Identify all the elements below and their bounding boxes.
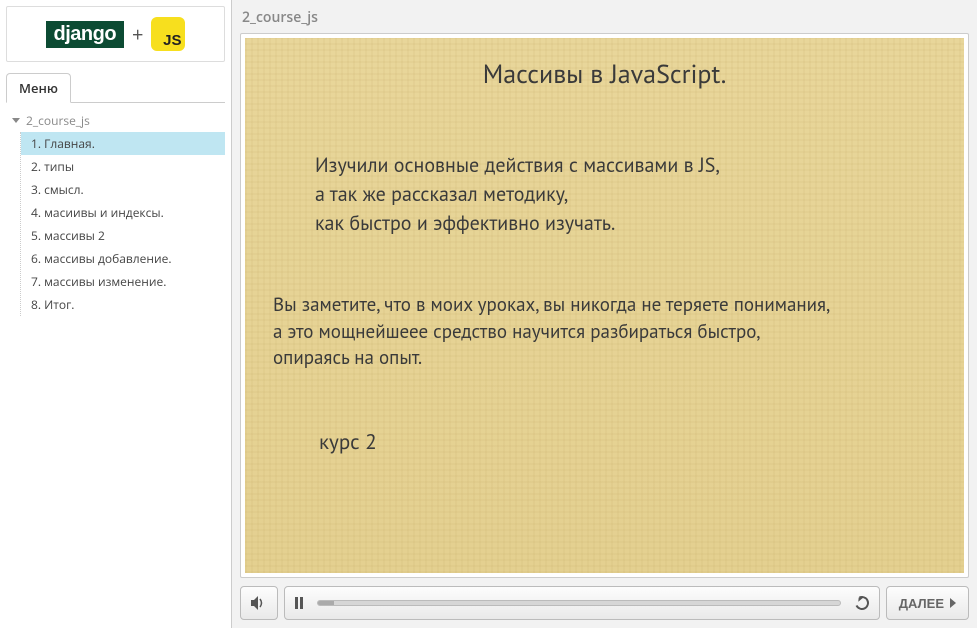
django-logo: django	[46, 21, 125, 48]
replay-button[interactable]	[851, 596, 869, 610]
slide-block-2: Вы заметите, что в моих уроках, вы никог…	[273, 292, 938, 372]
tree-item[interactable]: 5. массивы 2	[21, 224, 225, 247]
tree-children: 1. Главная.2. типы3. смысл.4. масиивы и …	[20, 132, 225, 316]
slide-text-line: Изучили основные действия с массивами в …	[315, 151, 938, 180]
logo-card: django + JS	[6, 6, 225, 62]
slide-container: Массивы в JavaScript. Изучили основные д…	[240, 33, 969, 578]
js-logo: JS	[151, 17, 185, 51]
slide-text-line: а это мощнейшеее средство научится разби…	[273, 319, 938, 346]
tree-item[interactable]: 4. масиивы и индексы.	[21, 201, 225, 224]
slide-text-line: как быстро и эффективно изучать.	[315, 209, 938, 238]
plus-icon: +	[132, 21, 143, 48]
slide-text-line: а так же рассказал методику,	[315, 180, 938, 209]
replay-icon	[853, 594, 871, 612]
seek-track[interactable]	[317, 600, 841, 606]
breadcrumb: 2_course_js	[240, 4, 969, 33]
seek-bar-container	[284, 586, 880, 620]
volume-icon	[251, 596, 267, 610]
slide-text-line: Вы заметите, что в моих уроках, вы никог…	[273, 292, 938, 319]
tab-menu[interactable]: Меню	[6, 73, 71, 103]
course-tree: 2_course_js 1. Главная.2. типы3. смысл.4…	[6, 103, 225, 316]
slide-block-1: Изучили основные действия с массивами в …	[315, 151, 938, 238]
sidebar: django + JS Меню 2_course_js 1. Главная.…	[0, 0, 232, 628]
player-controls: ДАЛЕЕ	[240, 586, 969, 620]
slide-title: Массивы в JavaScript.	[271, 58, 938, 91]
pause-icon	[295, 597, 303, 609]
next-button-label: ДАЛЕЕ	[899, 596, 944, 611]
slide: Массивы в JavaScript. Изучили основные д…	[245, 38, 964, 573]
tree-item[interactable]: 1. Главная.	[21, 132, 225, 155]
tree-root[interactable]: 2_course_js	[8, 109, 225, 132]
tree-item[interactable]: 3. смысл.	[21, 178, 225, 201]
chevron-right-icon	[950, 598, 956, 608]
pause-button[interactable]	[295, 597, 307, 609]
volume-button[interactable]	[240, 586, 278, 620]
chevron-down-icon	[12, 118, 20, 123]
app-root: django + JS Меню 2_course_js 1. Главная.…	[0, 0, 977, 628]
tree-item[interactable]: 7. массивы изменение.	[21, 270, 225, 293]
tree-item[interactable]: 2. типы	[21, 155, 225, 178]
menu-tab-row: Меню	[6, 72, 225, 103]
seek-progress	[318, 601, 334, 605]
main: 2_course_js Массивы в JavaScript. Изучил…	[232, 0, 977, 628]
tree-item[interactable]: 6. массивы добавление.	[21, 247, 225, 270]
tree-item[interactable]: 8. Итог.	[21, 293, 225, 316]
slide-text-line: опираясь на опыт.	[273, 345, 938, 372]
tree-root-label: 2_course_js	[26, 112, 90, 129]
next-button[interactable]: ДАЛЕЕ	[886, 586, 969, 620]
slide-footer: курс 2	[319, 428, 938, 455]
